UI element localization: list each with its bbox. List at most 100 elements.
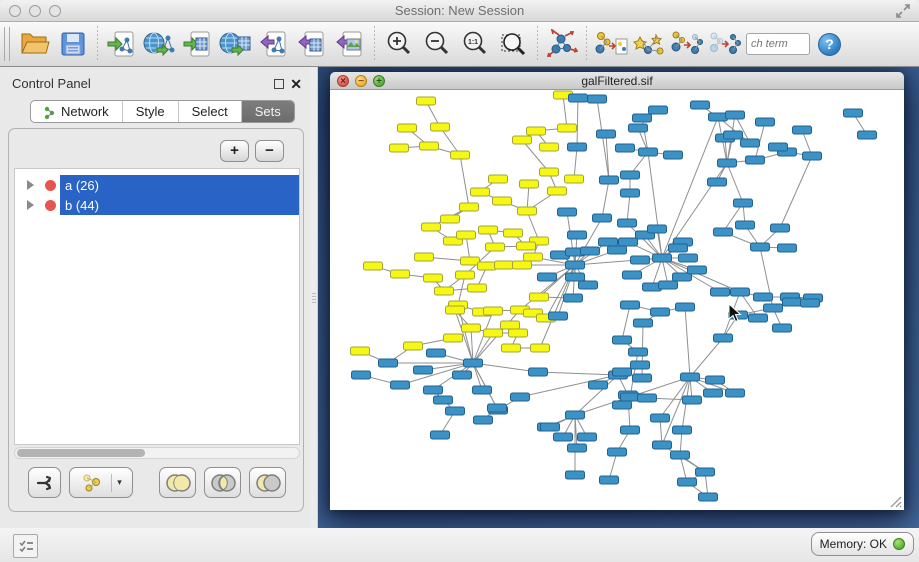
- network-node: [651, 308, 670, 316]
- dropdown-arrow-icon[interactable]: ▾: [117, 477, 122, 488]
- network-node: [564, 294, 583, 302]
- create-set-combo-button[interactable]: ▾: [69, 467, 133, 498]
- network-node: [593, 214, 612, 222]
- network-node: [669, 244, 688, 252]
- new-network-from-selection-button[interactable]: [592, 25, 630, 63]
- window-resize-grip[interactable]: [888, 494, 902, 508]
- network-node: [589, 381, 608, 389]
- network-node: [541, 423, 560, 431]
- toolbar-separator: [586, 26, 587, 62]
- network-node: [456, 271, 475, 279]
- search-input[interactable]: [746, 33, 810, 55]
- network-node: [649, 106, 668, 114]
- export-network-button[interactable]: [255, 25, 293, 63]
- tab-network[interactable]: Network: [31, 101, 123, 122]
- memory-status-button[interactable]: Memory: OK: [811, 532, 914, 556]
- import-network-file-button[interactable]: [103, 25, 141, 63]
- network-window-titlebar[interactable]: × − + galFiltered.sif: [330, 72, 904, 90]
- close-network-icon[interactable]: ×: [337, 75, 349, 87]
- apply-layout-button[interactable]: [543, 25, 581, 63]
- create-set-icon: [80, 473, 106, 493]
- open-file-button[interactable]: [16, 25, 54, 63]
- minimize-network-icon[interactable]: −: [355, 75, 367, 87]
- network-node: [558, 124, 577, 132]
- control-panel: Control Panel ✕ Network Style Select Set…: [0, 67, 310, 528]
- network-node: [683, 396, 702, 404]
- network-node: [460, 203, 479, 211]
- save-session-button[interactable]: [54, 25, 92, 63]
- network-node: [527, 127, 546, 135]
- network-node: [709, 113, 728, 121]
- network-node: [711, 288, 730, 296]
- network-node: [688, 266, 707, 274]
- zoom-actual-size-button[interactable]: 1:1: [456, 25, 494, 63]
- split-set-button[interactable]: [28, 467, 61, 498]
- set-row-b[interactable]: b (44): [15, 195, 299, 215]
- close-panel-icon[interactable]: ✕: [290, 76, 302, 93]
- scrollbar-thumb[interactable]: [17, 449, 145, 457]
- tab-select[interactable]: Select: [179, 101, 242, 122]
- export-image-button[interactable]: [331, 25, 369, 63]
- add-set-button[interactable]: +: [220, 140, 249, 162]
- maximize-network-icon[interactable]: +: [373, 75, 385, 87]
- network-node: [427, 349, 446, 357]
- network-node: [618, 219, 637, 227]
- network-node: [633, 114, 652, 122]
- import-network-web-button[interactable]: [141, 25, 179, 63]
- select-first-neighbors-button[interactable]: [630, 25, 668, 63]
- network-node: [446, 306, 465, 314]
- float-panel-icon[interactable]: [274, 79, 284, 89]
- toolbar-drag-handle[interactable]: [4, 27, 10, 61]
- remove-set-button[interactable]: −: [255, 140, 284, 162]
- network-node: [741, 139, 760, 147]
- zoom-in-button[interactable]: [380, 25, 418, 63]
- fullscreen-arrows-icon[interactable]: [895, 3, 911, 24]
- network-node: [588, 95, 607, 103]
- task-history-button[interactable]: [13, 534, 38, 558]
- network-node: [608, 246, 627, 254]
- intersection-button[interactable]: [204, 467, 241, 498]
- network-node: [714, 334, 733, 342]
- import-table-file-button[interactable]: [179, 25, 217, 63]
- export-table-button[interactable]: [293, 25, 331, 63]
- union-button[interactable]: [159, 467, 196, 498]
- network-view-window[interactable]: × − + galFiltered.sif: [330, 72, 904, 510]
- tab-sets[interactable]: Sets: [242, 101, 294, 122]
- network-node: [621, 171, 640, 179]
- expander-icon[interactable]: [27, 200, 34, 210]
- status-bar: Memory: OK: [0, 528, 919, 562]
- network-node: [679, 254, 698, 262]
- network-node: [638, 394, 657, 402]
- set-row-a[interactable]: a (26): [15, 175, 299, 195]
- import-table-web-button[interactable]: [217, 25, 255, 63]
- merge-networks-button[interactable]: [668, 25, 706, 63]
- network-node: [858, 131, 877, 139]
- network-canvas[interactable]: [330, 90, 904, 510]
- network-canvas-area[interactable]: [330, 90, 904, 510]
- help-button[interactable]: ?: [818, 33, 841, 56]
- network-node: [706, 376, 725, 384]
- network-node: [457, 231, 476, 239]
- expander-icon[interactable]: [27, 180, 34, 190]
- network-node: [464, 359, 483, 367]
- tab-style[interactable]: Style: [123, 101, 179, 122]
- difference-button[interactable]: [249, 467, 286, 498]
- network-node: [565, 175, 584, 183]
- network-node: [566, 411, 585, 419]
- network-node: [422, 223, 441, 231]
- panel-splitter[interactable]: [310, 67, 318, 528]
- zoom-out-button[interactable]: [418, 25, 456, 63]
- zoom-fit-selected-button[interactable]: [494, 25, 532, 63]
- network-node: [724, 131, 743, 139]
- horizontal-scrollbar[interactable]: [14, 447, 300, 459]
- network-node: [568, 143, 587, 151]
- main-toolbar: 1:1 ?: [0, 22, 919, 67]
- network-node: [417, 97, 436, 105]
- filter-network-button[interactable]: [706, 25, 744, 63]
- network-node: [414, 366, 433, 374]
- network-node: [441, 215, 460, 223]
- window-titlebar[interactable]: Session: New Session: [0, 0, 919, 22]
- set-label: b (44): [60, 195, 299, 215]
- network-node: [691, 101, 710, 109]
- network-node: [616, 144, 635, 152]
